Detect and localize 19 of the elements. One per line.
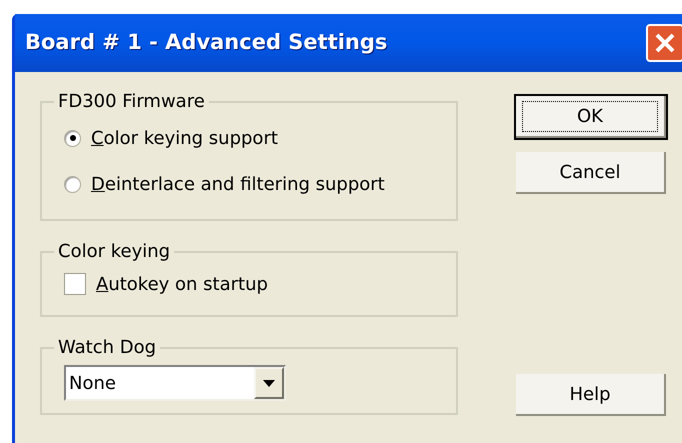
group-title: FD300 Firmware (57, 90, 206, 114)
dialog-button[interactable]: OK (516, 96, 666, 138)
close-icon (654, 32, 676, 54)
caret-icon (263, 380, 275, 386)
radio-label: Deinterlace and filtering support (91, 172, 385, 196)
dialog-button[interactable]: Help (516, 374, 666, 416)
window-title: Board # 1 - Advanced Settings (25, 29, 388, 56)
dropdown-arrow-button[interactable] (254, 367, 284, 399)
radio-button[interactable] (64, 176, 81, 192)
dropdown[interactable]: None (64, 365, 286, 401)
radio-label: Color keying support (91, 126, 278, 150)
group-title: Color keying (57, 240, 172, 264)
dropdown-value: None (68, 372, 117, 396)
close-button[interactable] (646, 24, 682, 62)
radio-button[interactable] (64, 130, 81, 146)
dialog-button[interactable]: Cancel (516, 152, 666, 194)
checkbox-label: Autokey on startup (96, 272, 268, 296)
checkbox[interactable] (64, 273, 86, 295)
group-title: Watch Dog (57, 336, 158, 360)
